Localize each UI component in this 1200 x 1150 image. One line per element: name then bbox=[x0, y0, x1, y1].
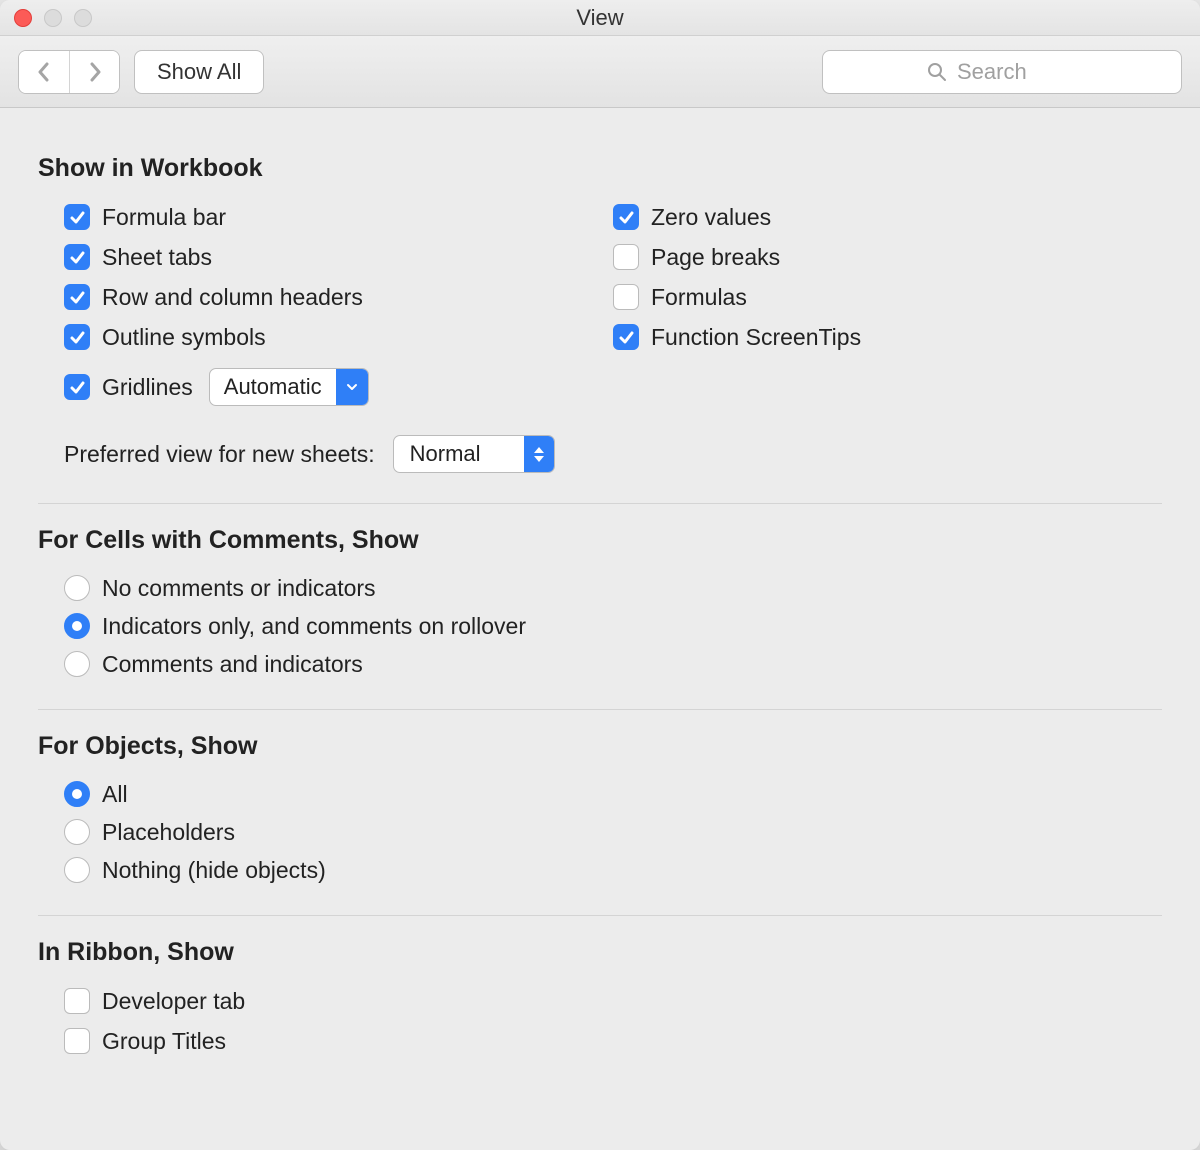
content-area: Show in Workbook Formula bar Sheet tabs … bbox=[0, 108, 1200, 1081]
preferred-view-select[interactable]: Normal bbox=[393, 435, 555, 473]
checkbox-row-page-breaks[interactable]: Page breaks bbox=[613, 237, 1162, 277]
chevron-right-icon bbox=[87, 62, 103, 82]
radio-label: Nothing (hide objects) bbox=[102, 857, 326, 884]
preferred-view-label: Preferred view for new sheets: bbox=[64, 441, 375, 468]
forward-button[interactable] bbox=[69, 51, 119, 93]
show-all-button[interactable]: Show All bbox=[134, 50, 264, 94]
gridlines-color-select[interactable]: Automatic bbox=[209, 368, 369, 406]
checkbox-row-formulas[interactable]: Formulas bbox=[613, 277, 1162, 317]
checkbox-group-titles[interactable] bbox=[64, 1028, 90, 1054]
checkbox-page-breaks[interactable] bbox=[613, 244, 639, 270]
checkbox-developer-tab[interactable] bbox=[64, 988, 90, 1014]
toolbar: Show All bbox=[0, 36, 1200, 108]
radio-label: Placeholders bbox=[102, 819, 235, 846]
checkbox-label: Zero values bbox=[651, 204, 771, 231]
checkbox-row-sheet-tabs[interactable]: Sheet tabs bbox=[64, 237, 613, 277]
radio-row-objects-all[interactable]: All bbox=[64, 775, 1162, 813]
radio-objects-placeholders[interactable] bbox=[64, 819, 90, 845]
radio-indicators-only[interactable] bbox=[64, 613, 90, 639]
checkbox-row-zero-values[interactable]: Zero values bbox=[613, 197, 1162, 237]
checkbox-gridlines[interactable] bbox=[64, 374, 90, 400]
radio-row-indicators-only[interactable]: Indicators only, and comments on rollove… bbox=[64, 607, 1162, 645]
select-value: Automatic bbox=[210, 374, 336, 400]
search-input[interactable] bbox=[957, 59, 1077, 85]
checkbox-label: Sheet tabs bbox=[102, 244, 212, 271]
close-window-button[interactable] bbox=[14, 9, 32, 27]
radio-objects-nothing[interactable] bbox=[64, 857, 90, 883]
nav-segment bbox=[18, 50, 120, 94]
chevron-left-icon bbox=[36, 62, 52, 82]
radio-label: Indicators only, and comments on rollove… bbox=[102, 613, 526, 640]
checkbox-label: Page breaks bbox=[651, 244, 780, 271]
objects-radio-group: All Placeholders Nothing (hide objects) bbox=[38, 775, 1162, 889]
checkbox-function-screentips[interactable] bbox=[613, 324, 639, 350]
checkbox-label: Formula bar bbox=[102, 204, 226, 231]
checkbox-formula-bar[interactable] bbox=[64, 204, 90, 230]
preferred-view-row: Preferred view for new sheets: Normal bbox=[38, 431, 1162, 477]
checkbox-label: Formulas bbox=[651, 284, 747, 311]
search-field-wrap[interactable] bbox=[822, 50, 1182, 94]
checkbox-sheet-tabs[interactable] bbox=[64, 244, 90, 270]
checkbox-label: Gridlines bbox=[102, 374, 193, 401]
comments-radio-group: No comments or indicators Indicators onl… bbox=[38, 569, 1162, 683]
ribbon-checkbox-group: Developer tab Group Titles bbox=[38, 981, 1162, 1061]
radio-no-comments[interactable] bbox=[64, 575, 90, 601]
window-title: View bbox=[0, 5, 1200, 31]
section-title-objects: For Objects, Show bbox=[38, 732, 1162, 761]
select-value: Normal bbox=[394, 441, 524, 467]
checkbox-row-formula-bar[interactable]: Formula bar bbox=[64, 197, 613, 237]
checkbox-row-function-screentips[interactable]: Function ScreenTips bbox=[613, 317, 1162, 357]
radio-row-no-comments[interactable]: No comments or indicators bbox=[64, 569, 1162, 607]
window-controls bbox=[14, 9, 92, 27]
chevron-down-icon bbox=[336, 369, 368, 405]
radio-row-objects-nothing[interactable]: Nothing (hide objects) bbox=[64, 851, 1162, 889]
up-down-arrows-icon bbox=[524, 436, 554, 472]
checkbox-label: Group Titles bbox=[102, 1028, 226, 1055]
zoom-window-button[interactable] bbox=[74, 9, 92, 27]
checkbox-label: Function ScreenTips bbox=[651, 324, 861, 351]
checkbox-outline-symbols[interactable] bbox=[64, 324, 90, 350]
checkbox-row-group-titles[interactable]: Group Titles bbox=[64, 1021, 1162, 1061]
show-in-workbook-grid: Formula bar Sheet tabs Row and column he… bbox=[38, 197, 1162, 413]
checkbox-row-developer-tab[interactable]: Developer tab bbox=[64, 981, 1162, 1021]
radio-label: All bbox=[102, 781, 128, 808]
checkbox-label: Developer tab bbox=[102, 988, 245, 1015]
radio-row-comments-and-indicators[interactable]: Comments and indicators bbox=[64, 645, 1162, 683]
section-title-comments: For Cells with Comments, Show bbox=[38, 526, 1162, 555]
minimize-window-button[interactable] bbox=[44, 9, 62, 27]
separator bbox=[38, 503, 1162, 504]
titlebar: View bbox=[0, 0, 1200, 36]
checkbox-formulas[interactable] bbox=[613, 284, 639, 310]
radio-comments-and-indicators[interactable] bbox=[64, 651, 90, 677]
radio-label: No comments or indicators bbox=[102, 575, 376, 602]
section-title-ribbon: In Ribbon, Show bbox=[38, 938, 1162, 967]
section-title-show-in-workbook: Show in Workbook bbox=[38, 154, 1162, 183]
checkbox-label: Row and column headers bbox=[102, 284, 363, 311]
checkbox-zero-values[interactable] bbox=[613, 204, 639, 230]
checkbox-row-gridlines: Gridlines Automatic bbox=[64, 361, 613, 413]
checkbox-row-outline-symbols[interactable]: Outline symbols bbox=[64, 317, 613, 357]
separator bbox=[38, 709, 1162, 710]
checkbox-row-row-col-headers[interactable]: Row and column headers bbox=[64, 277, 613, 317]
search-icon bbox=[927, 62, 947, 82]
back-button[interactable] bbox=[19, 51, 69, 93]
radio-label: Comments and indicators bbox=[102, 651, 363, 678]
checkbox-row-col-headers[interactable] bbox=[64, 284, 90, 310]
radio-objects-all[interactable] bbox=[64, 781, 90, 807]
separator bbox=[38, 915, 1162, 916]
radio-row-objects-placeholders[interactable]: Placeholders bbox=[64, 813, 1162, 851]
checkbox-label: Outline symbols bbox=[102, 324, 266, 351]
preferences-window: View Show All Show in Workbook Formula b… bbox=[0, 0, 1200, 1150]
